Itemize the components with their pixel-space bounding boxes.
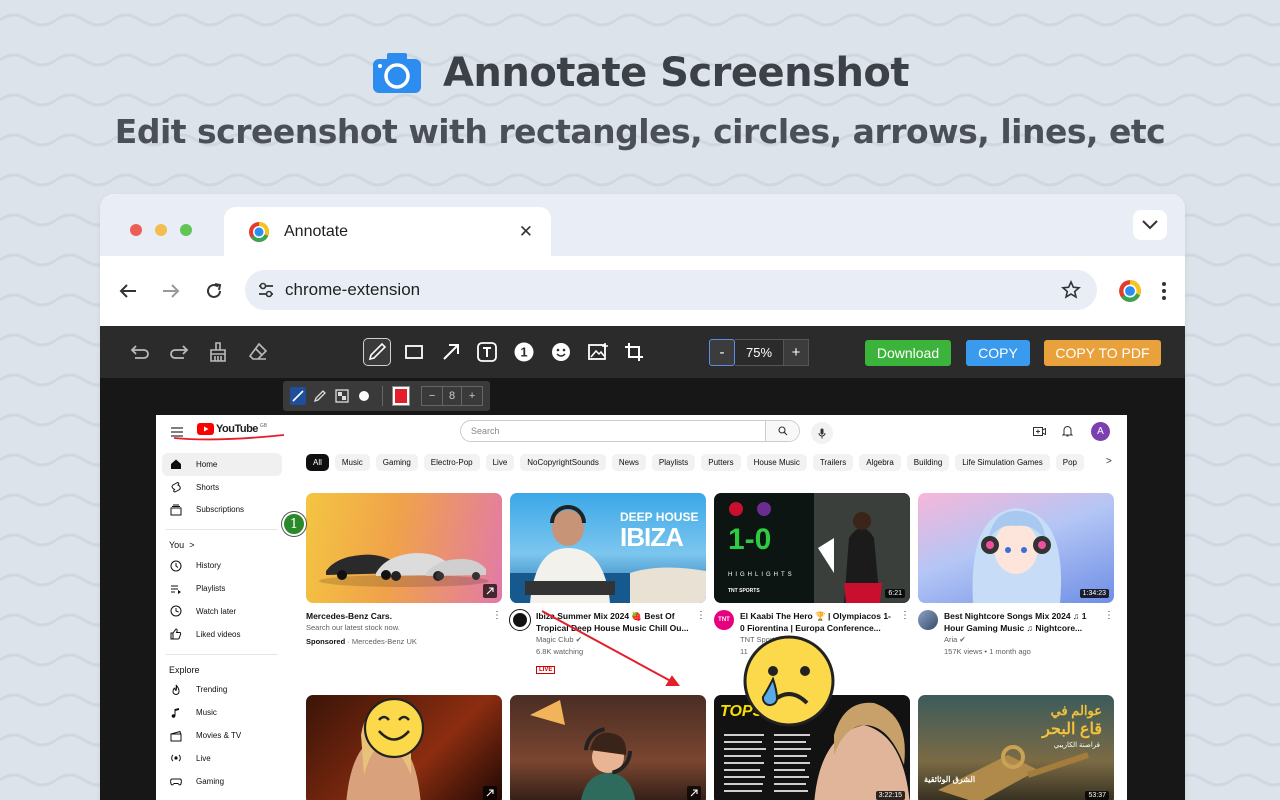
site-settings-icon[interactable] <box>257 282 275 298</box>
smiling-emoji-sticker[interactable] <box>362 696 426 760</box>
undo-icon <box>130 345 149 359</box>
broom-icon <box>210 342 226 362</box>
url-text: chrome-extension <box>285 280 421 299</box>
step-number-glyph: 1 <box>520 345 527 360</box>
step-number-tool-button[interactable]: 1 <box>510 338 538 366</box>
tab-annotate[interactable]: Annotate ✕ <box>224 207 551 256</box>
crop-icon <box>625 343 643 361</box>
blur-icon <box>335 389 349 403</box>
dot-icon <box>358 391 369 401</box>
size-increase-button[interactable]: + <box>462 387 482 405</box>
zoom-in-button[interactable]: + <box>783 339 809 366</box>
size-decrease-button[interactable]: − <box>422 387 442 405</box>
bookmark-star-icon[interactable] <box>1061 280 1081 300</box>
color-picker-button[interactable] <box>391 386 411 406</box>
text-box-icon <box>477 342 497 362</box>
redo-icon <box>170 345 189 359</box>
smiley-icon <box>552 343 570 361</box>
eraser-icon <box>248 342 268 360</box>
close-window-dot[interactable] <box>130 224 142 236</box>
pen-icon <box>368 342 387 361</box>
red-underline-annotation[interactable] <box>173 434 285 441</box>
zoom-control: - 75% + <box>709 339 809 366</box>
tab-search-button[interactable] <box>1133 210 1167 240</box>
emoji-tool-button[interactable] <box>547 338 575 366</box>
size-value: 8 <box>442 387 463 405</box>
marker-style-button[interactable] <box>312 387 328 405</box>
annotation-layer <box>173 434 680 686</box>
address-bar[interactable]: chrome-extension <box>245 270 1097 310</box>
clear-all-button[interactable] <box>204 338 232 366</box>
step-number-icon: 1 <box>514 342 534 362</box>
extension-logo-icon <box>249 221 269 242</box>
extension-logo-icon <box>1119 280 1141 302</box>
step-marker-annotation[interactable]: 1 <box>282 512 306 536</box>
line-style-button[interactable] <box>290 387 306 405</box>
annotate-toolbar: 1 - 75% + Download COPY COPY TO PDF <box>100 326 1185 378</box>
reload-button[interactable] <box>200 277 228 305</box>
divider <box>381 386 383 406</box>
undo-button[interactable] <box>126 338 154 366</box>
stroke-size-stepper: − 8 + <box>421 386 484 406</box>
hero-header: Annotate Screenshot <box>0 50 1280 96</box>
extension-button[interactable] <box>1116 277 1144 305</box>
annotation-canvas[interactable]: − 8 + YouTube GB Search A Home Shorts Su… <box>100 378 1185 800</box>
copy-button[interactable]: COPY <box>966 340 1030 366</box>
minimize-window-dot[interactable] <box>155 224 167 236</box>
step-marker-number: 1 <box>289 516 299 532</box>
kebab-menu-icon <box>1162 282 1166 300</box>
forward-button[interactable] <box>157 277 185 305</box>
arrow-left-icon <box>119 284 136 298</box>
tab-close-icon[interactable]: ✕ <box>519 222 533 242</box>
dot-style-button[interactable] <box>356 387 372 405</box>
rectangle-tool-button[interactable] <box>400 338 428 366</box>
pen-options-toolbar: − 8 + <box>283 381 490 411</box>
download-button[interactable]: Download <box>865 340 951 366</box>
crying-face-icon <box>743 635 835 727</box>
navigation-bar: chrome-extension <box>100 256 1185 326</box>
screenshot-image: YouTube GB Search A Home Shorts Subscripti <box>156 415 1127 800</box>
image-icon <box>588 343 608 360</box>
line-icon <box>292 390 304 402</box>
rectangle-icon <box>405 345 423 359</box>
arrow-tool-button[interactable] <box>437 338 465 366</box>
hero-title: Annotate Screenshot <box>442 50 910 96</box>
copy-to-pdf-button[interactable]: COPY TO PDF <box>1044 340 1161 366</box>
zoom-out-button[interactable]: - <box>709 339 735 366</box>
red-arrow-annotation[interactable] <box>541 610 680 686</box>
image-tool-button[interactable] <box>584 338 612 366</box>
pen-tool-button[interactable] <box>363 338 391 366</box>
crop-tool-button[interactable] <box>620 338 648 366</box>
arrow-right-icon <box>163 284 180 298</box>
camera-icon <box>372 53 421 93</box>
reload-icon <box>207 283 222 298</box>
back-button[interactable] <box>114 277 142 305</box>
smiling-face-icon <box>363 697 425 759</box>
redo-button[interactable] <box>165 338 193 366</box>
arrow-diagonal-icon <box>443 344 459 360</box>
text-tool-button[interactable] <box>473 338 501 366</box>
tab-title: Annotate <box>284 222 349 240</box>
chevron-down-icon <box>1142 220 1158 230</box>
browser-menu-button[interactable] <box>1150 277 1178 305</box>
browser-window: Annotate ✕ chrome-extension 1 - 75% + Do… <box>100 194 1185 800</box>
eraser-button[interactable] <box>244 338 272 366</box>
maximize-window-dot[interactable] <box>180 224 192 236</box>
hero-subtitle: Edit screenshot with rectangles, circles… <box>114 112 1166 151</box>
marker-icon <box>313 390 326 403</box>
tab-strip: Annotate ✕ <box>100 194 1185 256</box>
blur-style-button[interactable] <box>334 387 350 405</box>
zoom-value: 75% <box>735 339 783 366</box>
crying-emoji-sticker[interactable] <box>741 633 837 729</box>
